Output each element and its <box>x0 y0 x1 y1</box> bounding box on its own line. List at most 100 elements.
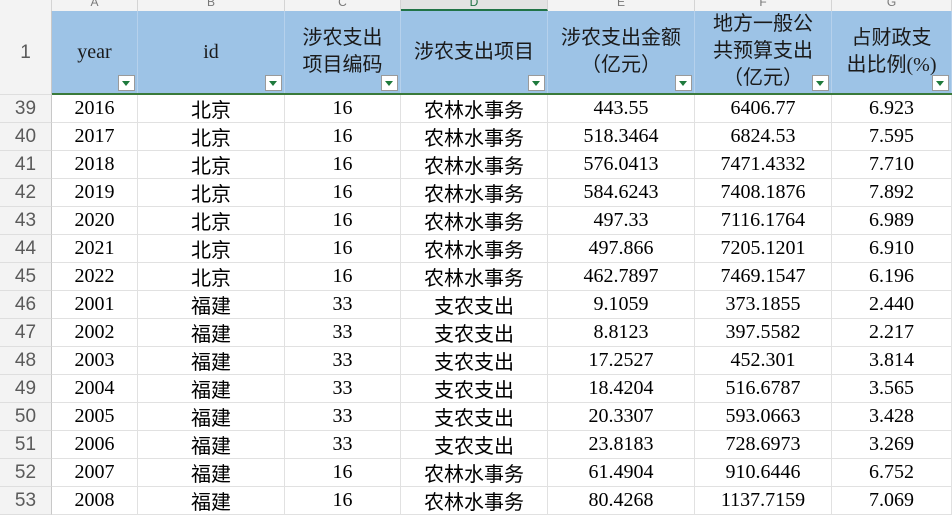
header-cell-2[interactable]: id <box>138 11 285 93</box>
column-header-f[interactable]: F <box>695 0 832 11</box>
table-cell[interactable]: 7408.1876 <box>695 179 832 207</box>
table-cell[interactable]: 16 <box>285 151 401 179</box>
filter-dropdown-icon[interactable] <box>118 75 135 91</box>
table-cell[interactable]: 3.428 <box>832 403 952 431</box>
table-cell[interactable]: 593.0663 <box>695 403 832 431</box>
table-cell[interactable]: 7.595 <box>832 123 952 151</box>
table-cell[interactable]: 支农支出 <box>401 291 548 319</box>
filter-dropdown-icon[interactable] <box>381 75 398 91</box>
table-cell[interactable]: 2016 <box>52 95 138 123</box>
table-cell[interactable]: 福建 <box>138 431 285 459</box>
table-cell[interactable]: 3.269 <box>832 431 952 459</box>
table-cell[interactable]: 6.196 <box>832 263 952 291</box>
row-header-45[interactable]: 45 <box>0 263 52 291</box>
table-cell[interactable]: 17.2527 <box>548 347 695 375</box>
table-cell[interactable]: 农林水事务 <box>401 179 548 207</box>
row-header-48[interactable]: 48 <box>0 347 52 375</box>
table-cell[interactable]: 7116.1764 <box>695 207 832 235</box>
table-cell[interactable]: 支农支出 <box>401 403 548 431</box>
table-cell[interactable]: 7.892 <box>832 179 952 207</box>
table-cell[interactable]: 8.8123 <box>548 319 695 347</box>
filter-dropdown-icon[interactable] <box>812 75 829 91</box>
table-cell[interactable]: 农林水事务 <box>401 235 548 263</box>
table-cell[interactable]: 2002 <box>52 319 138 347</box>
table-cell[interactable]: 20.3307 <box>548 403 695 431</box>
table-cell[interactable]: 16 <box>285 263 401 291</box>
table-cell[interactable]: 2.440 <box>832 291 952 319</box>
row-header-47[interactable]: 47 <box>0 319 52 347</box>
table-cell[interactable]: 6.910 <box>832 235 952 263</box>
table-cell[interactable]: 7.069 <box>832 487 952 515</box>
table-cell[interactable]: 2017 <box>52 123 138 151</box>
filter-dropdown-icon[interactable] <box>265 75 282 91</box>
table-cell[interactable]: 7.710 <box>832 151 952 179</box>
table-cell[interactable]: 2007 <box>52 459 138 487</box>
row-header-53[interactable]: 53 <box>0 487 52 515</box>
table-cell[interactable]: 农林水事务 <box>401 151 548 179</box>
table-cell[interactable]: 23.8183 <box>548 431 695 459</box>
table-cell[interactable]: 80.4268 <box>548 487 695 515</box>
table-cell[interactable]: 33 <box>285 403 401 431</box>
column-header-c[interactable]: C <box>285 0 401 11</box>
table-cell[interactable]: 33 <box>285 319 401 347</box>
row-header-39[interactable]: 39 <box>0 95 52 123</box>
table-cell[interactable]: 16 <box>285 459 401 487</box>
table-cell[interactable]: 2001 <box>52 291 138 319</box>
table-cell[interactable]: 福建 <box>138 403 285 431</box>
table-cell[interactable]: 33 <box>285 375 401 403</box>
table-cell[interactable]: 16 <box>285 235 401 263</box>
filter-dropdown-icon[interactable] <box>528 75 545 91</box>
table-cell[interactable]: 农林水事务 <box>401 459 548 487</box>
select-all-corner[interactable] <box>0 0 52 11</box>
table-cell[interactable]: 北京 <box>138 95 285 123</box>
row-header-52[interactable]: 52 <box>0 459 52 487</box>
table-cell[interactable]: 2004 <box>52 375 138 403</box>
header-cell-4[interactable]: 涉农支出项目 <box>401 11 548 93</box>
table-cell[interactable]: 2021 <box>52 235 138 263</box>
table-cell[interactable]: 516.6787 <box>695 375 832 403</box>
table-cell[interactable]: 北京 <box>138 207 285 235</box>
column-header-e[interactable]: E <box>548 0 695 11</box>
row-header-42[interactable]: 42 <box>0 179 52 207</box>
table-cell[interactable]: 910.6446 <box>695 459 832 487</box>
row-header-40[interactable]: 40 <box>0 123 52 151</box>
table-cell[interactable]: 福建 <box>138 487 285 515</box>
table-cell[interactable]: 2.217 <box>832 319 952 347</box>
table-cell[interactable]: 北京 <box>138 235 285 263</box>
table-cell[interactable]: 农林水事务 <box>401 95 548 123</box>
table-cell[interactable]: 福建 <box>138 291 285 319</box>
column-header-d[interactable]: D <box>401 0 548 11</box>
row-header-46[interactable]: 46 <box>0 291 52 319</box>
filter-dropdown-icon[interactable] <box>675 75 692 91</box>
table-cell[interactable]: 7205.1201 <box>695 235 832 263</box>
table-cell[interactable]: 2020 <box>52 207 138 235</box>
row-header-51[interactable]: 51 <box>0 431 52 459</box>
table-cell[interactable]: 584.6243 <box>548 179 695 207</box>
row-header-41[interactable]: 41 <box>0 151 52 179</box>
table-cell[interactable]: 2019 <box>52 179 138 207</box>
table-cell[interactable]: 福建 <box>138 459 285 487</box>
row-header-50[interactable]: 50 <box>0 403 52 431</box>
table-cell[interactable]: 6406.77 <box>695 95 832 123</box>
table-cell[interactable]: 6.752 <box>832 459 952 487</box>
table-cell[interactable]: 福建 <box>138 347 285 375</box>
table-cell[interactable]: 北京 <box>138 179 285 207</box>
table-cell[interactable]: 7469.1547 <box>695 263 832 291</box>
table-cell[interactable]: 北京 <box>138 263 285 291</box>
table-cell[interactable]: 2003 <box>52 347 138 375</box>
column-header-b[interactable]: B <box>138 0 285 11</box>
table-cell[interactable]: 北京 <box>138 151 285 179</box>
table-cell[interactable]: 9.1059 <box>548 291 695 319</box>
table-cell[interactable]: 497.33 <box>548 207 695 235</box>
table-cell[interactable]: 6.989 <box>832 207 952 235</box>
table-cell[interactable]: 576.0413 <box>548 151 695 179</box>
table-cell[interactable]: 33 <box>285 347 401 375</box>
column-header-a[interactable]: A <box>52 0 138 11</box>
table-cell[interactable]: 2018 <box>52 151 138 179</box>
table-cell[interactable]: 2006 <box>52 431 138 459</box>
table-cell[interactable]: 443.55 <box>548 95 695 123</box>
table-cell[interactable]: 2008 <box>52 487 138 515</box>
table-cell[interactable]: 16 <box>285 123 401 151</box>
table-cell[interactable]: 397.5582 <box>695 319 832 347</box>
table-cell[interactable]: 农林水事务 <box>401 207 548 235</box>
